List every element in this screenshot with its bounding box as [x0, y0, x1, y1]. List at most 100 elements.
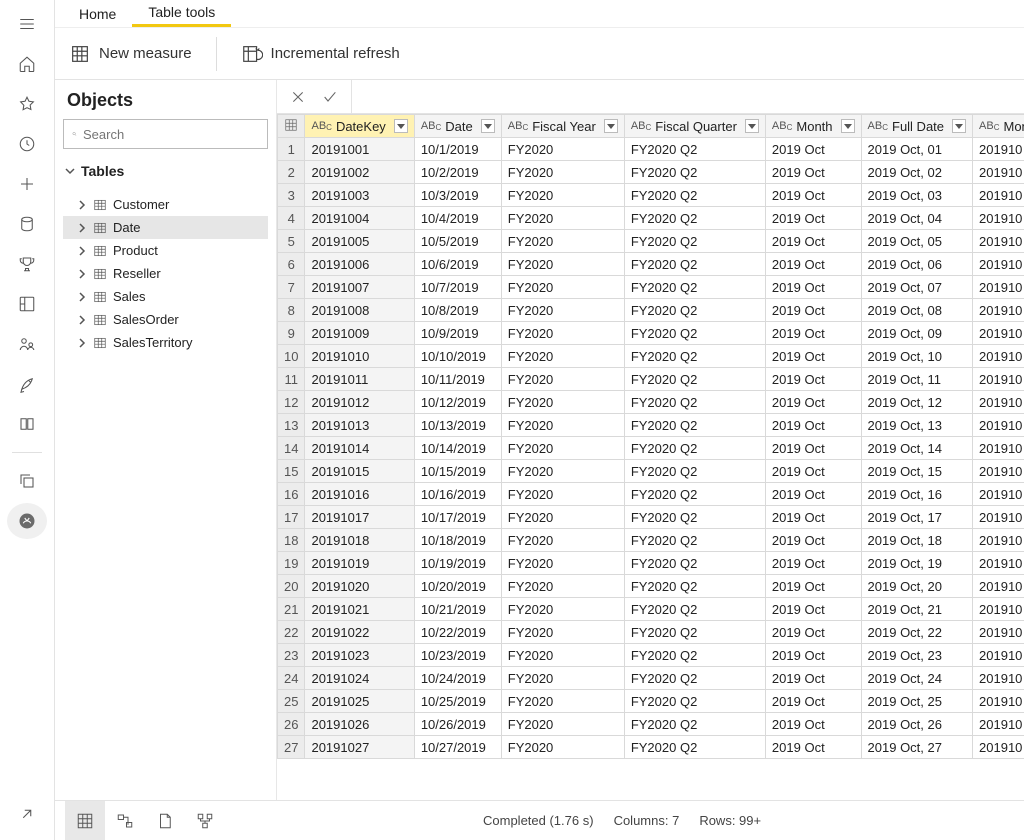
table-item-product[interactable]: Product [63, 239, 268, 262]
cell[interactable]: FY2020 [501, 736, 624, 759]
cell[interactable]: FY2020 Q2 [624, 713, 765, 736]
cell[interactable]: 2019 Oct, 26 [861, 713, 973, 736]
cell[interactable]: 2019 Oct [765, 368, 861, 391]
cell[interactable]: 10/23/2019 [414, 644, 501, 667]
table-item-sales[interactable]: Sales [63, 285, 268, 308]
search-input[interactable] [83, 127, 259, 142]
cell[interactable]: 2019 Oct, 21 [861, 598, 973, 621]
cell[interactable]: 201910 [973, 690, 1024, 713]
cell[interactable]: 2019 Oct, 01 [861, 138, 973, 161]
cell[interactable]: FY2020 Q2 [624, 184, 765, 207]
row-number[interactable]: 22 [278, 621, 305, 644]
cell[interactable]: 201910 [973, 299, 1024, 322]
cell[interactable]: 2019 Oct, 03 [861, 184, 973, 207]
cell[interactable]: 201910 [973, 552, 1024, 575]
cell[interactable]: 201910 [973, 322, 1024, 345]
cell[interactable]: 10/1/2019 [414, 138, 501, 161]
cell[interactable]: 2019 Oct [765, 644, 861, 667]
cell[interactable]: FY2020 [501, 276, 624, 299]
cell[interactable]: FY2020 Q2 [624, 230, 765, 253]
cell[interactable]: 10/19/2019 [414, 552, 501, 575]
table-row[interactable]: 92019100910/9/2019FY2020FY2020 Q22019 Oc… [278, 322, 1024, 345]
cell[interactable]: FY2020 [501, 667, 624, 690]
cell[interactable]: 10/18/2019 [414, 529, 501, 552]
cell[interactable]: 2019 Oct [765, 460, 861, 483]
cell[interactable]: FY2020 [501, 414, 624, 437]
cell[interactable]: 20191021 [305, 598, 414, 621]
cell[interactable]: 2019 Oct [765, 230, 861, 253]
column-header-monthkey[interactable]: ABCMonthKey [973, 115, 1024, 138]
cell[interactable]: FY2020 Q2 [624, 483, 765, 506]
table-row[interactable]: 212019102110/21/2019FY2020FY2020 Q22019 … [278, 598, 1024, 621]
cell[interactable]: 201910 [973, 506, 1024, 529]
cell[interactable]: 2019 Oct [765, 598, 861, 621]
cell[interactable]: FY2020 Q2 [624, 667, 765, 690]
copy-icon[interactable] [7, 463, 47, 499]
cell[interactable]: 20191011 [305, 368, 414, 391]
cell[interactable]: 2019 Oct, 25 [861, 690, 973, 713]
cell[interactable]: FY2020 Q2 [624, 276, 765, 299]
cell[interactable]: 201910 [973, 230, 1024, 253]
cell[interactable]: 2019 Oct, 17 [861, 506, 973, 529]
column-filter-dropdown[interactable] [481, 119, 495, 133]
cell[interactable]: 201910 [973, 138, 1024, 161]
cell[interactable]: 201910 [973, 207, 1024, 230]
table-row[interactable]: 242019102410/24/2019FY2020FY2020 Q22019 … [278, 667, 1024, 690]
app-mode-icon[interactable] [7, 503, 47, 539]
column-filter-dropdown[interactable] [604, 119, 618, 133]
people-icon[interactable] [7, 326, 47, 362]
cell[interactable]: FY2020 Q2 [624, 368, 765, 391]
tables-group-header[interactable]: Tables [63, 157, 268, 185]
cell[interactable]: FY2020 Q2 [624, 506, 765, 529]
cell[interactable]: 10/20/2019 [414, 575, 501, 598]
cell[interactable]: 20191012 [305, 391, 414, 414]
column-header-fiscal-quarter[interactable]: ABCFiscal Quarter [624, 115, 765, 138]
cell[interactable]: FY2020 Q2 [624, 391, 765, 414]
cell[interactable]: FY2020 [501, 437, 624, 460]
cell[interactable]: 10/22/2019 [414, 621, 501, 644]
cell[interactable]: 2019 Oct, 15 [861, 460, 973, 483]
table-row[interactable]: 22019100210/2/2019FY2020FY2020 Q22019 Oc… [278, 161, 1024, 184]
cell[interactable]: 2019 Oct [765, 483, 861, 506]
cell[interactable]: 20191015 [305, 460, 414, 483]
cell[interactable]: FY2020 Q2 [624, 644, 765, 667]
table-row[interactable]: 122019101210/12/2019FY2020FY2020 Q22019 … [278, 391, 1024, 414]
row-number[interactable]: 21 [278, 598, 305, 621]
cell[interactable]: 20191022 [305, 621, 414, 644]
cell[interactable]: FY2020 Q2 [624, 345, 765, 368]
cell[interactable]: FY2020 [501, 322, 624, 345]
cell[interactable]: FY2020 Q2 [624, 138, 765, 161]
cell[interactable]: FY2020 Q2 [624, 460, 765, 483]
cell[interactable]: 2019 Oct [765, 322, 861, 345]
cell[interactable]: 2019 Oct [765, 184, 861, 207]
cell[interactable]: 10/17/2019 [414, 506, 501, 529]
cell[interactable]: 2019 Oct, 10 [861, 345, 973, 368]
cell[interactable]: 20191003 [305, 184, 414, 207]
cell[interactable]: 20191024 [305, 667, 414, 690]
cell[interactable]: 10/13/2019 [414, 414, 501, 437]
cell[interactable]: FY2020 Q2 [624, 207, 765, 230]
cell[interactable]: FY2020 [501, 575, 624, 598]
column-header-date[interactable]: ABCDate [414, 115, 501, 138]
cell[interactable]: 2019 Oct [765, 552, 861, 575]
cell[interactable]: 2019 Oct [765, 437, 861, 460]
cell[interactable]: 2019 Oct [765, 253, 861, 276]
cell[interactable]: FY2020 Q2 [624, 253, 765, 276]
table-item-date[interactable]: Date [63, 216, 268, 239]
row-number[interactable]: 10 [278, 345, 305, 368]
cancel-formula-button[interactable] [287, 86, 309, 108]
cell[interactable]: 2019 Oct, 19 [861, 552, 973, 575]
table-row[interactable]: 12019100110/1/2019FY2020FY2020 Q22019 Oc… [278, 138, 1024, 161]
row-number[interactable]: 16 [278, 483, 305, 506]
cell[interactable]: 2019 Oct, 11 [861, 368, 973, 391]
cell[interactable]: 20191027 [305, 736, 414, 759]
cell[interactable]: 2019 Oct, 24 [861, 667, 973, 690]
cell[interactable]: 201910 [973, 391, 1024, 414]
cell[interactable]: FY2020 [501, 621, 624, 644]
row-number[interactable]: 20 [278, 575, 305, 598]
cell[interactable]: FY2020 Q2 [624, 299, 765, 322]
cell[interactable]: FY2020 [501, 690, 624, 713]
cell[interactable]: FY2020 [501, 529, 624, 552]
cell[interactable]: 20191025 [305, 690, 414, 713]
cell[interactable]: 201910 [973, 460, 1024, 483]
